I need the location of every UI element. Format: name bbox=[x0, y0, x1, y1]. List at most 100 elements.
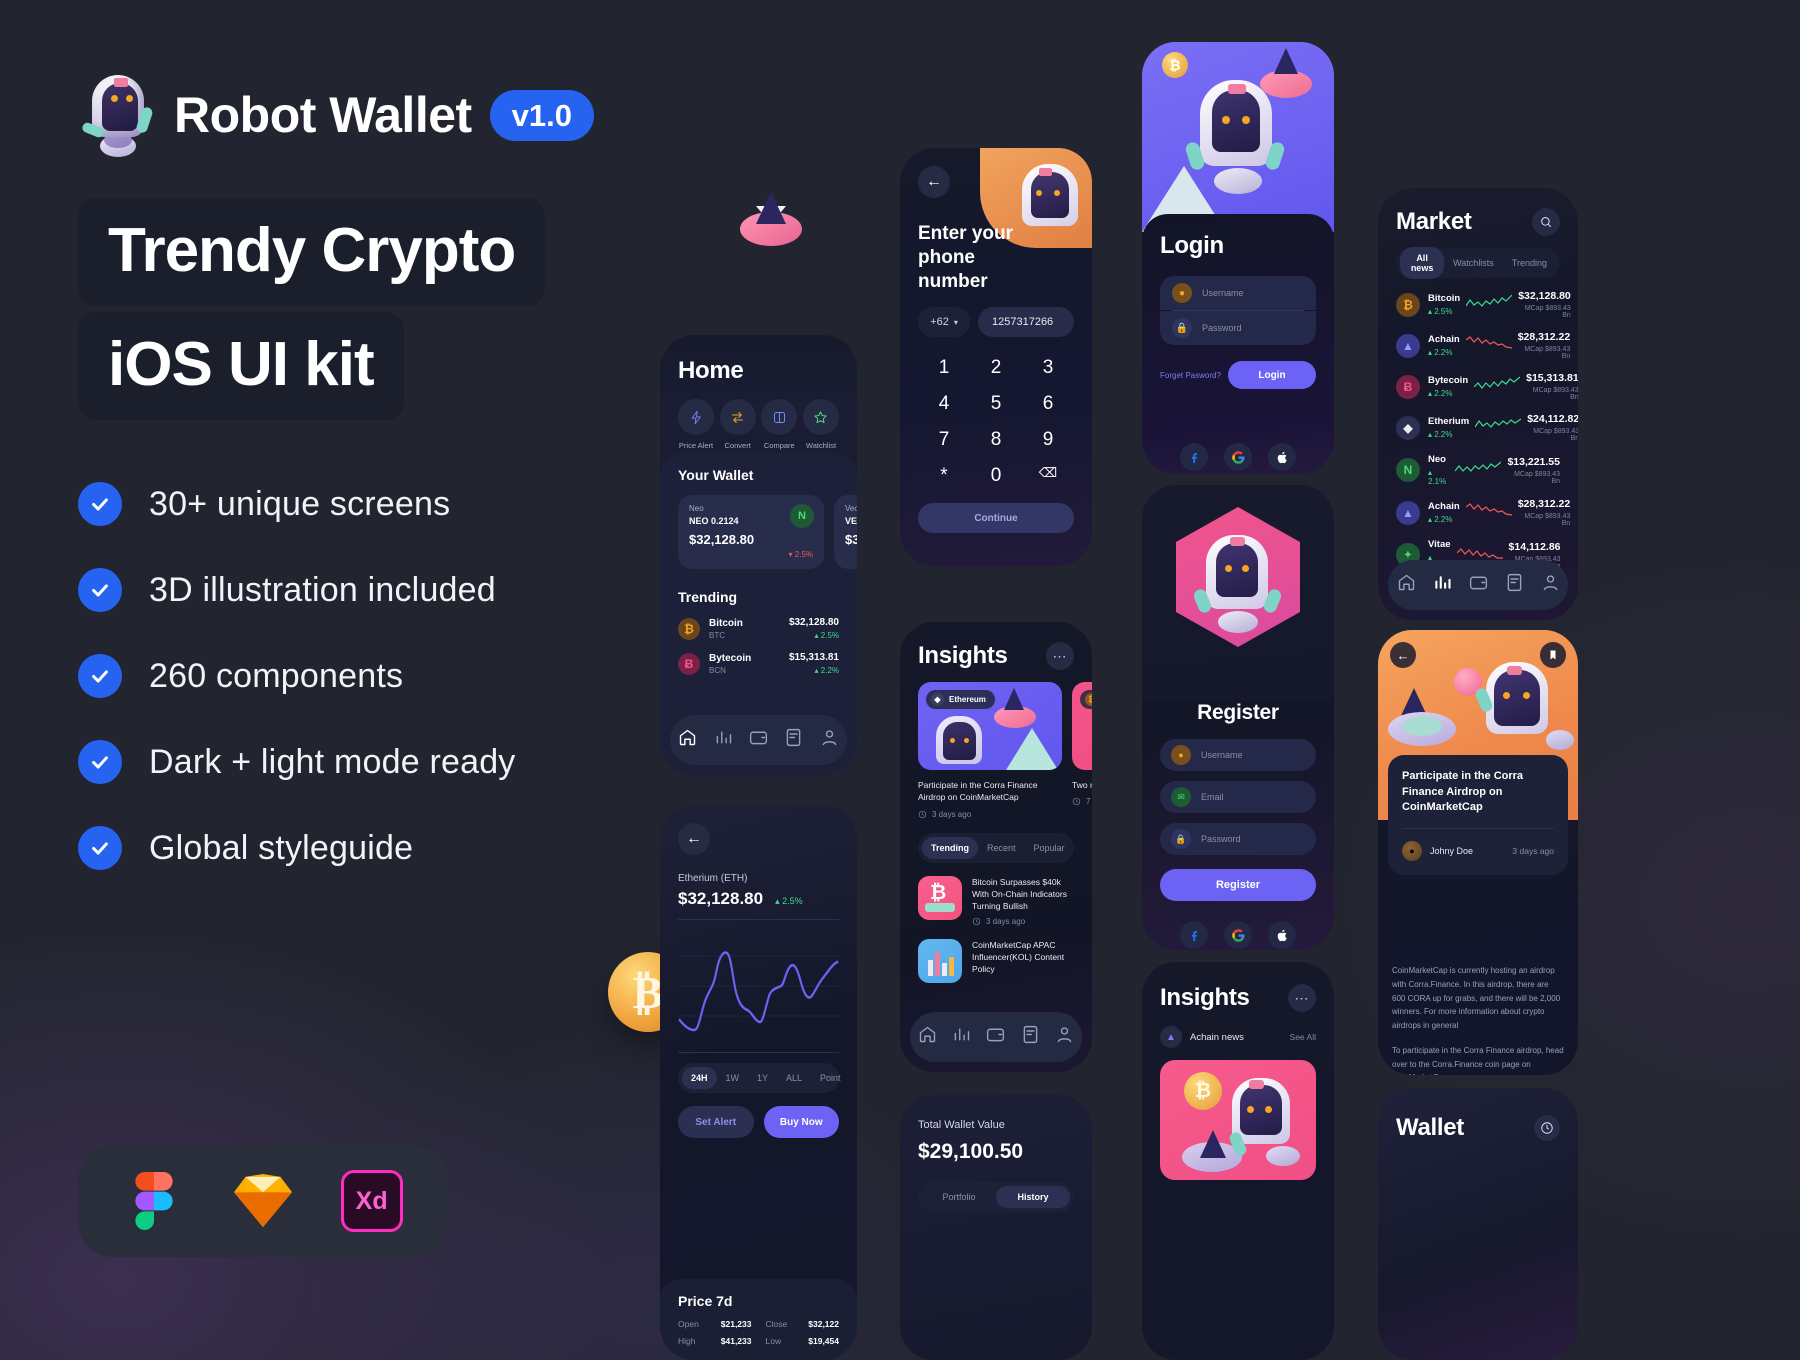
range-point[interactable]: Point bbox=[811, 1067, 850, 1089]
google-icon[interactable] bbox=[1224, 921, 1252, 949]
key-4[interactable]: 4 bbox=[918, 393, 970, 415]
username-field[interactable]: ● Username bbox=[1160, 276, 1316, 310]
nav-chart-icon[interactable] bbox=[713, 727, 734, 753]
market-row[interactable]: ₿ Bitcoin ▴ 2.5% $32,128.80 MCap $893.43… bbox=[1396, 290, 1571, 319]
facebook-icon[interactable] bbox=[1180, 921, 1208, 949]
key-0[interactable]: 0 bbox=[970, 465, 1022, 487]
more-icon[interactable]: ⋯ bbox=[1288, 984, 1316, 1012]
bookmark-icon[interactable] bbox=[1540, 642, 1566, 668]
facebook-icon[interactable] bbox=[1180, 443, 1208, 471]
nav-wallet-icon[interactable] bbox=[985, 1024, 1006, 1050]
trending-row[interactable]: ₿ Bitcoin BTC $32,128.80 ▴ 2.5% bbox=[678, 617, 839, 640]
continue-button[interactable]: Continue bbox=[918, 503, 1074, 534]
bottom-nav[interactable] bbox=[1388, 560, 1568, 610]
news-chip: ₿ Bitcoin bbox=[1080, 690, 1092, 709]
key-3[interactable]: 3 bbox=[1022, 357, 1074, 379]
login-button[interactable]: Login bbox=[1228, 361, 1316, 389]
nav-news-icon[interactable] bbox=[1504, 572, 1525, 598]
numeric-keypad[interactable]: 1 2 3 4 5 6 7 8 9 * 0 ⌫ bbox=[918, 357, 1074, 487]
range-all[interactable]: ALL bbox=[777, 1067, 811, 1089]
market-row[interactable]: ▲ Achain ▴ 2.2% $28,312.22 MCap $893.43 … bbox=[1396, 331, 1570, 360]
nav-chart-icon[interactable] bbox=[951, 1024, 972, 1050]
range-1y[interactable]: 1Y bbox=[748, 1067, 777, 1089]
featured-news-card[interactable]: ◆ Ethereum Participate in the Corra Fina… bbox=[918, 682, 1062, 819]
news-list-item[interactable]: CoinMarketCap APAC Influencer(KOL) Conte… bbox=[918, 938, 1074, 983]
nav-home-icon[interactable] bbox=[1396, 572, 1417, 598]
quick-action-price-alert[interactable]: Price Alert bbox=[678, 399, 714, 450]
nav-chart-icon[interactable] bbox=[1432, 572, 1453, 598]
market-row[interactable]: Ƀ Bytecoin ▴ 2.2% $15,313.81 MCap $893.4… bbox=[1396, 372, 1578, 401]
key-1[interactable]: 1 bbox=[918, 357, 970, 379]
search-icon[interactable] bbox=[1532, 208, 1560, 236]
back-arrow-icon[interactable]: ← bbox=[678, 823, 710, 855]
nav-profile-icon[interactable] bbox=[819, 727, 840, 753]
featured-news-card[interactable]: ₿ Bitcoin Two manipulation Bitcoin co...… bbox=[1072, 682, 1092, 819]
quick-action-compare[interactable]: Compare bbox=[761, 399, 798, 450]
set-alert-button[interactable]: Set Alert bbox=[678, 1106, 754, 1138]
nav-home-icon[interactable] bbox=[677, 727, 698, 753]
forgot-password-link[interactable]: Forget Pasword? bbox=[1160, 371, 1221, 380]
quick-action-watchlist[interactable]: Watchlist bbox=[802, 399, 839, 450]
key-9[interactable]: 9 bbox=[1022, 429, 1074, 451]
nav-wallet-icon[interactable] bbox=[748, 727, 769, 753]
market-row[interactable]: ◆ Etherium ▴ 2.2% $24,112.82 MCap $893.4… bbox=[1396, 413, 1578, 442]
register-button[interactable]: Register bbox=[1160, 869, 1316, 901]
key-8[interactable]: 8 bbox=[970, 429, 1022, 451]
key-7[interactable]: 7 bbox=[918, 429, 970, 451]
market-row[interactable]: N Neo ▴ 2.1% $13,221.55 MCap $893.43 Bn bbox=[1396, 454, 1560, 486]
apple-icon[interactable] bbox=[1268, 921, 1296, 949]
nav-profile-icon[interactable] bbox=[1054, 1024, 1075, 1050]
news-list-item[interactable]: ₿ Bitcoin Surpasses $40k With On-Chain I… bbox=[918, 875, 1074, 926]
password-field[interactable]: 🔒 Password bbox=[1160, 823, 1316, 855]
country-code-select[interactable]: +62 ▾ bbox=[918, 307, 970, 338]
key-5[interactable]: 5 bbox=[970, 393, 1022, 415]
market-tabs[interactable]: All news Watchlists Trending bbox=[1396, 247, 1560, 279]
username-field[interactable]: ● Username bbox=[1160, 739, 1316, 771]
wallet-card[interactable]: Vechain VEC 0.2124 $32,128.80 ▴ 2.5% bbox=[834, 495, 857, 569]
back-arrow-icon[interactable]: ← bbox=[1390, 642, 1416, 668]
key-asterisk[interactable]: * bbox=[918, 465, 970, 487]
news-source-row[interactable]: ▲ Achain news See All bbox=[1160, 1026, 1316, 1048]
tab-watchlists[interactable]: Watchlists bbox=[1444, 252, 1503, 274]
wallet-card[interactable]: Neo NEO 0.2124 $32,128.80 ▾ 2.5% N bbox=[678, 495, 824, 569]
key-2[interactable]: 2 bbox=[970, 357, 1022, 379]
google-icon[interactable] bbox=[1224, 443, 1252, 471]
tab-portfolio[interactable]: Portfolio bbox=[922, 1186, 996, 1208]
wallet-tabs[interactable]: Portfolio History bbox=[918, 1182, 1074, 1212]
back-arrow-icon[interactable]: ← bbox=[918, 166, 950, 198]
email-field[interactable]: ✉ Email bbox=[1160, 781, 1316, 813]
bottom-nav[interactable] bbox=[670, 715, 847, 765]
range-1w[interactable]: 1W bbox=[717, 1067, 749, 1089]
nav-news-icon[interactable] bbox=[1020, 1024, 1041, 1050]
nav-profile-icon[interactable] bbox=[1540, 572, 1561, 598]
nav-home-icon[interactable] bbox=[917, 1024, 938, 1050]
more-icon[interactable]: ⋯ bbox=[1046, 642, 1074, 670]
range-24h[interactable]: 24H bbox=[682, 1067, 717, 1089]
tab-popular[interactable]: Popular bbox=[1025, 837, 1074, 859]
password-field[interactable]: 🔒 Password bbox=[1160, 311, 1316, 345]
key-6[interactable]: 6 bbox=[1022, 393, 1074, 415]
social-login-row[interactable] bbox=[1160, 443, 1316, 471]
price-7d-cell: Low $19,454 bbox=[766, 1336, 840, 1346]
range-selector[interactable]: 24H 1W 1Y ALL Point bbox=[678, 1063, 841, 1093]
bottom-nav[interactable] bbox=[910, 1012, 1082, 1062]
tab-all-news[interactable]: All news bbox=[1400, 247, 1445, 279]
social-register-row[interactable] bbox=[1160, 921, 1316, 949]
quick-action-convert[interactable]: Convert bbox=[719, 399, 756, 450]
trending-row[interactable]: Ƀ Bytecoin BCN $15,313.81 ▴ 2.2% bbox=[678, 652, 839, 675]
market-row[interactable]: ▲ Achain ▴ 2.2% $28,312.22 MCap $893.43 … bbox=[1396, 498, 1570, 527]
tab-trending[interactable]: Trending bbox=[1503, 252, 1556, 274]
insights-tabs[interactable]: Trending Recent Popular bbox=[918, 832, 1074, 863]
tab-recent[interactable]: Recent bbox=[978, 837, 1025, 859]
nav-wallet-icon[interactable] bbox=[1468, 572, 1489, 598]
tab-trending[interactable]: Trending bbox=[922, 836, 978, 859]
buy-now-button[interactable]: Buy Now bbox=[763, 1106, 839, 1138]
phone-number-input[interactable]: 1257317266 bbox=[978, 307, 1074, 338]
nav-news-icon[interactable] bbox=[783, 727, 804, 753]
tab-history[interactable]: History bbox=[996, 1186, 1070, 1208]
clock-icon[interactable] bbox=[1534, 1115, 1560, 1141]
featured-news-carousel[interactable]: ◆ Ethereum Participate in the Corra Fina… bbox=[918, 682, 1092, 819]
see-all-link[interactable]: See All bbox=[1290, 1032, 1316, 1042]
apple-icon[interactable] bbox=[1268, 443, 1296, 471]
backspace-icon[interactable]: ⌫ bbox=[1022, 465, 1074, 487]
